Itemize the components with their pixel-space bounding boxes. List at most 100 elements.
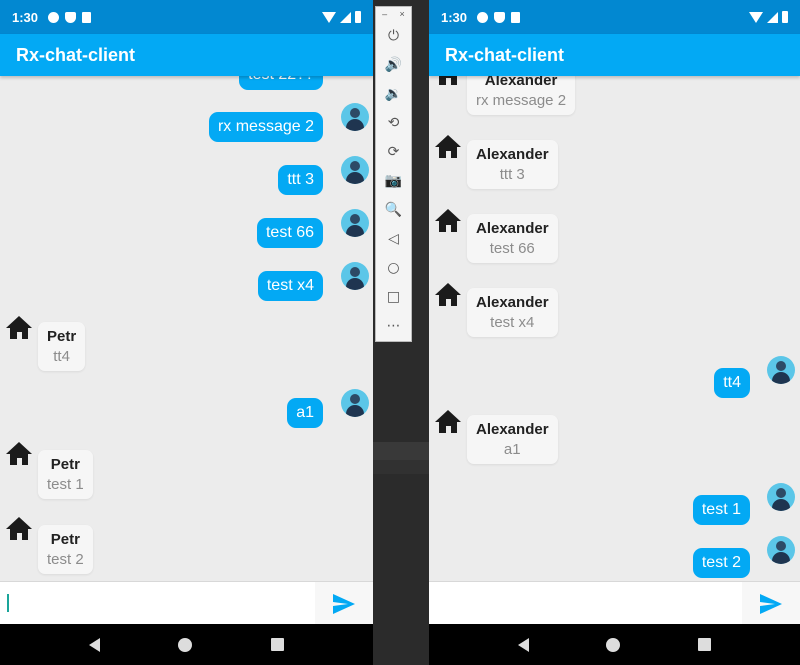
nav-home-icon[interactable] xyxy=(606,637,621,652)
message-text: ttt 3 xyxy=(499,166,525,183)
system-nav-bar xyxy=(0,624,373,665)
wifi-icon xyxy=(749,11,763,23)
status-time: 1:30 xyxy=(441,9,468,25)
sender-name: Alexander xyxy=(476,146,549,163)
avatar-icon xyxy=(341,389,369,417)
camera-icon[interactable]: 📷 xyxy=(376,166,411,195)
avatar-icon xyxy=(767,536,795,564)
zoom-icon[interactable]: 🔍 xyxy=(376,195,411,224)
message-bubble: a1 xyxy=(287,398,323,428)
phone-screen-left: 1:30 Rx-chat-client test 22?? rx message… xyxy=(0,0,373,665)
shield-icon xyxy=(65,11,77,23)
message-text: rx message 2 xyxy=(476,92,567,109)
sender-name: Alexander xyxy=(476,294,549,311)
sender-name: Petr xyxy=(47,328,77,345)
nav-back-icon[interactable] xyxy=(517,637,529,652)
volume-down-icon[interactable]: 🔉 xyxy=(376,79,411,108)
compose-bar xyxy=(0,581,373,625)
compose-bar xyxy=(429,581,800,625)
ide-panel-strip xyxy=(373,460,429,474)
close-button[interactable]: × xyxy=(400,9,405,19)
send-icon xyxy=(333,593,355,614)
avatar-icon xyxy=(341,103,369,131)
app-title: Rx-chat-client xyxy=(0,34,373,76)
message-text: test 2 xyxy=(47,551,84,568)
home-icon[interactable]: ○ xyxy=(376,253,411,282)
status-bar: 1:30 xyxy=(0,0,373,34)
avatar-icon xyxy=(341,209,369,237)
message-bubble: Alexander a1 xyxy=(467,415,558,464)
sender-name: Alexander xyxy=(476,220,549,237)
wifi-icon xyxy=(322,11,336,23)
nav-home-icon[interactable] xyxy=(178,637,193,652)
status-time: 1:30 xyxy=(12,9,39,25)
message-input[interactable] xyxy=(6,592,306,616)
message-bubble: tt4 xyxy=(714,368,750,398)
avatar-icon xyxy=(767,356,795,384)
avatar-icon xyxy=(341,156,369,184)
avatar-icon xyxy=(767,483,795,511)
avatar-icon xyxy=(341,262,369,290)
message-bubble: Petr tt4 xyxy=(38,322,86,371)
nav-recents-icon[interactable] xyxy=(698,638,712,651)
home-icon xyxy=(435,76,461,86)
message-bubble: test 1 xyxy=(692,495,750,525)
message-bubble: Alexander test x4 xyxy=(467,288,558,337)
ide-panel-strip xyxy=(373,442,429,460)
message-bubble: Alexander test 66 xyxy=(467,214,558,263)
sender-name: Petr xyxy=(50,456,80,473)
battery-icon xyxy=(782,11,788,23)
app-title: Rx-chat-client xyxy=(429,34,800,76)
message-list[interactable]: Alexander rx message 2 Alexander ttt 3 A… xyxy=(429,76,800,581)
send-icon xyxy=(760,593,782,614)
overview-icon[interactable]: □ xyxy=(376,282,411,311)
shield-icon xyxy=(494,11,506,23)
message-bubble: ttt 3 xyxy=(278,165,323,195)
message-list[interactable]: test 22?? rx message 2 ttt 3 test 66 tes… xyxy=(0,76,373,581)
send-button[interactable] xyxy=(742,582,800,625)
message-bubble: Petr test 1 xyxy=(38,450,93,499)
signal-icon xyxy=(340,11,351,23)
settings-icon xyxy=(477,11,489,23)
sd-card-icon xyxy=(82,11,92,23)
settings-icon xyxy=(48,11,60,23)
minimize-button[interactable]: – xyxy=(382,9,387,19)
status-bar: 1:30 xyxy=(429,0,800,34)
home-icon xyxy=(435,135,461,159)
rotate-right-icon[interactable]: ⟳ xyxy=(376,137,411,166)
message-bubble: Alexander rx message 2 xyxy=(467,76,576,115)
home-icon xyxy=(435,410,461,434)
sender-name: Alexander xyxy=(476,421,549,438)
message-bubble: Petr test 2 xyxy=(38,525,93,574)
volume-up-icon[interactable]: 🔊 xyxy=(376,50,411,79)
sd-card-icon xyxy=(511,11,521,23)
home-icon xyxy=(435,283,461,307)
message-bubble: Alexander ttt 3 xyxy=(467,140,558,189)
system-nav-bar xyxy=(429,624,800,665)
back-icon[interactable]: ◁ xyxy=(376,224,411,253)
message-bubble: test x4 xyxy=(257,271,323,301)
message-text: test x4 xyxy=(490,314,535,331)
message-text: a1 xyxy=(503,441,521,458)
rotate-left-icon[interactable]: ⟲ xyxy=(376,108,411,137)
home-icon xyxy=(6,316,32,340)
more-icon[interactable]: ⋯ xyxy=(376,311,411,340)
sender-name: Petr xyxy=(50,531,80,548)
signal-icon xyxy=(767,11,778,23)
nav-back-icon[interactable] xyxy=(89,637,101,652)
message-text: test 66 xyxy=(489,240,535,257)
text-cursor xyxy=(7,594,9,612)
battery-icon xyxy=(355,11,361,23)
phone-screen-right: 1:30 Rx-chat-client Alexander rx message… xyxy=(429,0,800,665)
message-input[interactable] xyxy=(435,592,735,616)
message-bubble: test 22?? xyxy=(239,76,323,90)
message-text: test 1 xyxy=(47,476,84,493)
message-bubble: test 2 xyxy=(692,548,750,578)
send-button[interactable] xyxy=(315,582,373,625)
sender-name: Alexander xyxy=(484,76,558,89)
emulator-toolbar: – × ⏻ 🔊 🔉 ⟲ ⟳ 📷 🔍 ◁ ○ □ ⋯ xyxy=(375,6,412,342)
message-bubble: test 66 xyxy=(256,218,323,248)
home-icon xyxy=(6,442,32,466)
power-icon[interactable]: ⏻ xyxy=(376,21,411,50)
nav-recents-icon[interactable] xyxy=(270,638,284,651)
